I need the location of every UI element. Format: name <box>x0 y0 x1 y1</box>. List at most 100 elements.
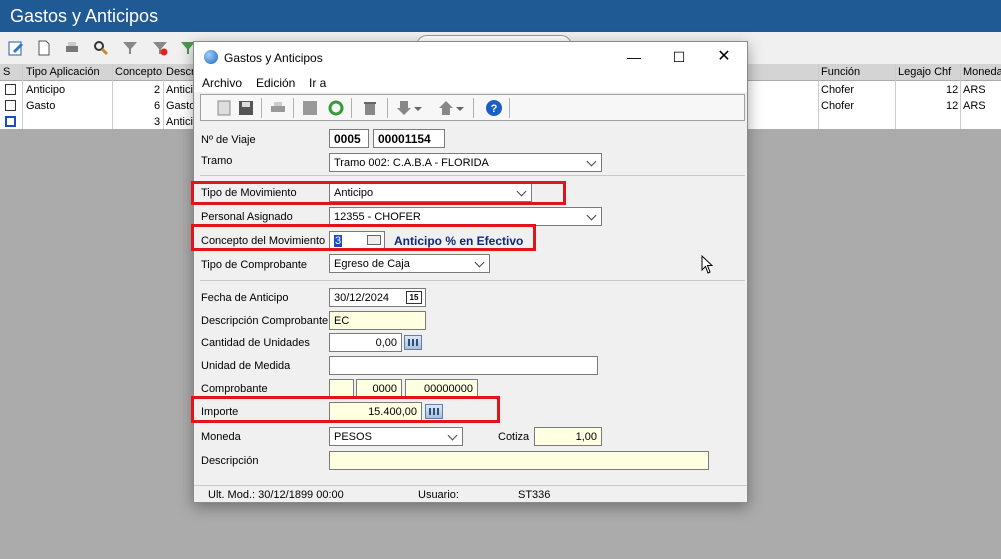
mouse-cursor-icon <box>701 255 714 274</box>
print-icon[interactable] <box>64 40 80 56</box>
menu-archivo[interactable]: Archivo <box>202 76 242 90</box>
row-funcion: Chofer <box>821 100 855 112</box>
svg-text:?: ? <box>491 103 498 115</box>
toolbar-separator <box>261 98 262 118</box>
dialog-title: Gastos y Anticipos <box>224 51 323 65</box>
fecha-field[interactable]: 30/12/2024 15 <box>329 288 426 307</box>
cantidad-field[interactable]: 0,00 <box>329 333 402 352</box>
menu-edicion[interactable]: Edición <box>256 76 295 90</box>
cotiza-field[interactable]: 1,00 <box>534 427 602 446</box>
refresh-icon[interactable] <box>327 99 345 117</box>
chevron-down-icon <box>586 156 597 167</box>
chevron-down-icon <box>586 210 597 221</box>
highlight-tipo-movimiento <box>191 181 566 205</box>
arrow-up-icon[interactable] <box>437 99 455 117</box>
status-bar: Ult. Mod.: 30/12/1899 00:00 Usuario: ST3… <box>194 485 747 502</box>
row-moneda: ARS <box>963 84 986 96</box>
stop-icon[interactable] <box>301 99 319 117</box>
edit-icon[interactable] <box>8 40 24 56</box>
row-moneda: ARS <box>963 100 986 112</box>
app-title: Gastos y Anticipos <box>10 6 159 26</box>
tramo-value: Tramo 002: C.A.B.A - FLORIDA <box>334 157 489 169</box>
comprobante-label: Comprobante <box>201 383 268 395</box>
chevron-down-icon[interactable] <box>413 99 423 117</box>
usuario-value: ST336 <box>518 489 551 501</box>
tipo-comprobante-label: Tipo de Comprobante <box>201 259 307 271</box>
descripcion-comprobante-field[interactable]: EC <box>329 311 426 330</box>
fecha-label: Fecha de Anticipo <box>201 292 289 304</box>
column-divider <box>895 64 896 129</box>
highlight-importe <box>191 396 500 423</box>
row-funcion: Chofer <box>821 84 855 96</box>
calendar-icon[interactable]: 15 <box>406 291 422 304</box>
new-record-icon[interactable] <box>215 99 233 117</box>
help-icon[interactable]: ? <box>485 99 503 117</box>
delete-icon[interactable] <box>361 99 379 117</box>
unidad-label: Unidad de Medida <box>201 360 291 372</box>
cotiza-label: Cotiza <box>498 431 530 443</box>
row-checkbox[interactable] <box>5 100 16 111</box>
viaje-prefix-field[interactable]: 0005 <box>329 129 369 148</box>
section-divider <box>200 280 745 281</box>
calculator-icon[interactable] <box>404 335 422 350</box>
descripcion-comprobante-label: Descripción Comprobante <box>201 315 329 327</box>
row-concepto: 3 <box>154 116 161 128</box>
col-header-tipo[interactable]: Tipo Aplicación <box>26 66 100 78</box>
row-concepto: 2 <box>154 84 161 96</box>
col-header-s[interactable]: S <box>3 66 10 78</box>
chevron-down-icon <box>474 257 485 268</box>
viaje-label: Nº de Viaje <box>201 134 256 146</box>
toolbar-separator <box>351 98 352 118</box>
section-divider <box>200 175 745 176</box>
unidad-field[interactable] <box>329 356 598 375</box>
row-checkbox[interactable] <box>5 116 16 127</box>
col-header-concepto[interactable]: Concepto <box>115 66 162 78</box>
fecha-value: 30/12/2024 <box>334 292 390 304</box>
ultima-modificacion: Ult. Mod.: 30/12/1899 00:00 <box>208 489 344 501</box>
dialog-title-bar[interactable]: Gastos y Anticipos — ☐ ✕ <box>194 42 747 72</box>
toolbar-separator <box>387 98 388 118</box>
moneda-select[interactable]: PESOS <box>329 427 463 446</box>
col-header-funcion[interactable]: Función <box>821 66 860 78</box>
menu-ir-a[interactable]: Ir a <box>309 76 326 90</box>
col-header-legajo[interactable]: Legajo Chf <box>898 66 951 78</box>
save-icon[interactable] <box>237 99 255 117</box>
row-concepto: 6 <box>154 100 161 112</box>
minimize-button[interactable]: — <box>620 46 648 68</box>
dialog-toolbar: ? <box>200 94 745 121</box>
row-descripcion: Gasto <box>166 100 196 112</box>
tipo-comprobante-value: Egreso de Caja <box>334 258 410 270</box>
row-legajo: 12 <box>946 100 959 112</box>
clear-filter-icon[interactable] <box>152 40 168 56</box>
chevron-down-icon[interactable] <box>455 99 465 117</box>
arrow-down-icon[interactable] <box>395 99 413 117</box>
close-button[interactable]: ✕ <box>710 46 738 68</box>
new-document-icon[interactable] <box>36 40 52 56</box>
print-icon[interactable] <box>269 99 287 117</box>
row-tipo: Anticipo <box>26 84 66 96</box>
highlight-concepto <box>191 224 536 251</box>
maximize-button[interactable]: ☐ <box>665 46 693 68</box>
row-checkbox[interactable] <box>5 84 16 95</box>
col-header-moneda[interactable]: Moneda <box>963 66 1001 78</box>
descripcion-field[interactable] <box>329 451 709 470</box>
personal-value: 12355 - CHOFER <box>334 211 421 223</box>
descripcion-label: Descripción <box>201 455 259 467</box>
chevron-down-icon <box>447 430 458 441</box>
search-icon[interactable] <box>93 40 109 56</box>
col-header-descripcion[interactable]: Descr <box>166 66 195 78</box>
column-divider <box>960 64 961 129</box>
gastos-anticipos-dialog: Gastos y Anticipos — ☐ ✕ Archivo Edición… <box>191 41 748 503</box>
globe-icon <box>204 50 218 64</box>
menu-bar: Archivo Edición Ir a <box>194 72 747 92</box>
filter-icon[interactable] <box>122 40 138 56</box>
tramo-label: Tramo <box>201 155 233 167</box>
tipo-comprobante-select[interactable]: Egreso de Caja <box>329 254 490 273</box>
toolbar-separator <box>509 98 510 118</box>
toolbar-separator <box>473 98 474 118</box>
usuario-label: Usuario: <box>418 489 459 501</box>
moneda-value: PESOS <box>334 431 372 443</box>
viaje-number-field[interactable]: 00001154 <box>373 129 445 148</box>
row-tipo: Gasto <box>26 100 56 112</box>
tramo-select[interactable]: Tramo 002: C.A.B.A - FLORIDA <box>329 153 602 172</box>
